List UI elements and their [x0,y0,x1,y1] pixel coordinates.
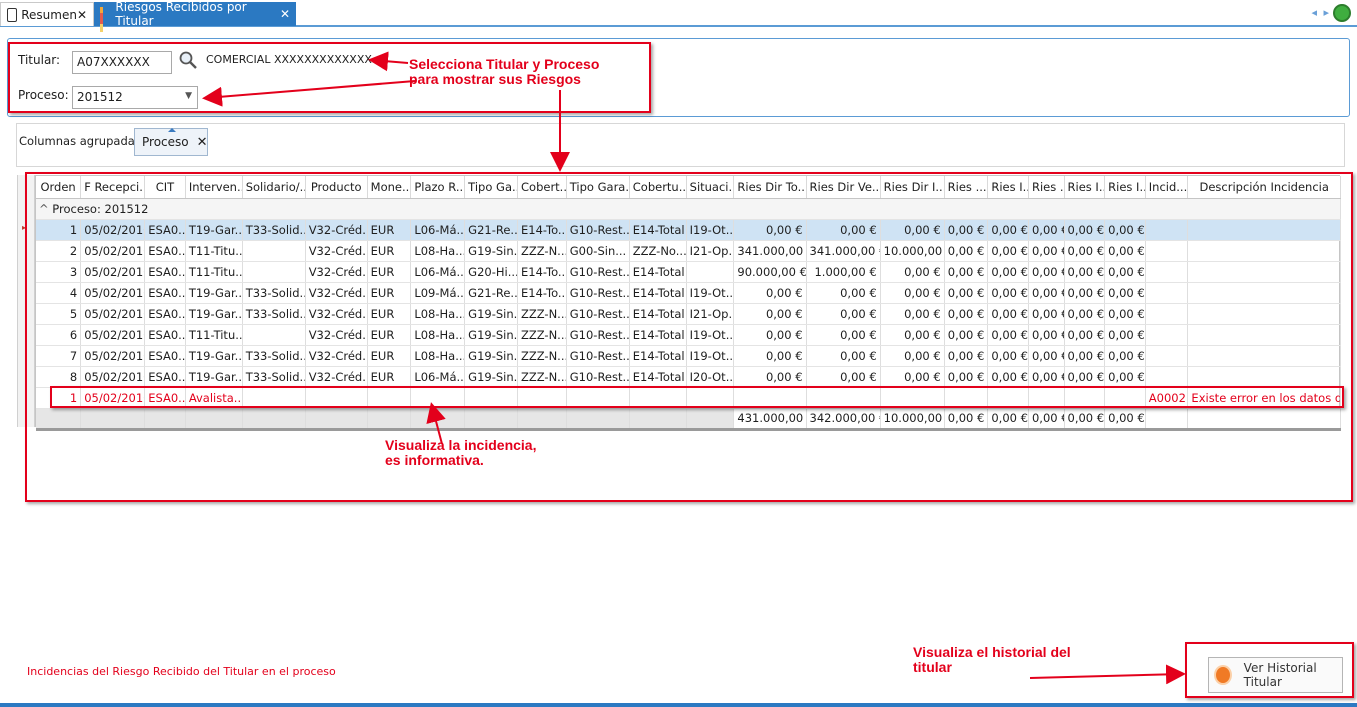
history-icon [1214,665,1232,685]
annotation-select: Selecciona Titular y Proceso para mostra… [409,56,600,87]
ver-historial-label: Ver Historial Titular [1243,661,1317,689]
status-strip [0,703,1357,707]
footer-note: Incidencias del Riesgo Recibido del Titu… [27,665,336,678]
annotation-history: Visualiza el historial del titular [913,644,1071,675]
annotation-arrows [202,51,1186,685]
ver-historial-button[interactable]: Ver Historial Titular [1208,657,1343,693]
annotation-incidence: Visualiza la incidencia, es informativa. [385,437,537,468]
